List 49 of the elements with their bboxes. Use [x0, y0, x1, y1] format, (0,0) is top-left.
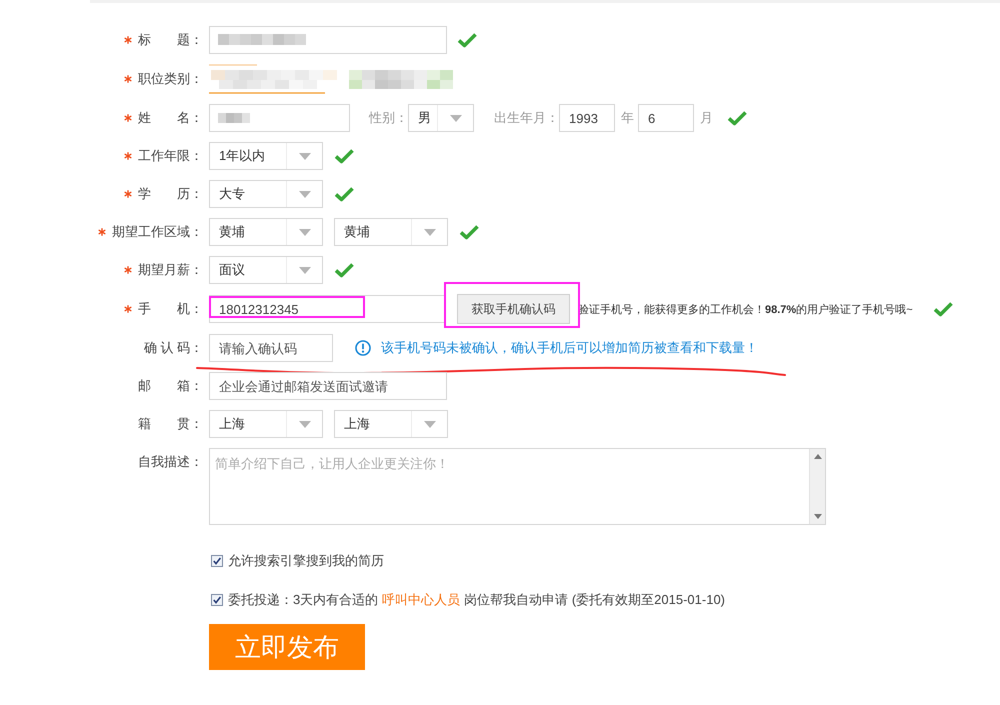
birth-date-label: 出生年月：: [494, 109, 559, 127]
title-field[interactable]: [209, 26, 447, 54]
scroll-up-arrow-icon[interactable]: [814, 454, 822, 459]
caret-down-icon: [298, 190, 310, 198]
field-label: 标 题：: [138, 31, 203, 49]
dropdown[interactable]: 上海: [209, 410, 323, 438]
dropdown[interactable]: 1年以内: [209, 142, 323, 170]
birth-year-field[interactable]: 1993: [559, 104, 615, 132]
field-label: 手 机：: [138, 300, 203, 318]
checkbox[interactable]: [211, 594, 223, 606]
caret-down-icon: [450, 114, 462, 122]
scrollbar[interactable]: [809, 449, 825, 524]
gender-label: 性别：: [369, 109, 408, 127]
dropdown[interactable]: 上海: [334, 410, 448, 438]
dropdown[interactable]: 大专: [209, 180, 323, 208]
field-label: 工作年限：: [138, 147, 203, 165]
year-unit: 年: [621, 109, 634, 127]
dropdown[interactable]: 面议: [209, 256, 323, 284]
field-label: 籍 贯：: [138, 415, 203, 433]
caret-down-icon: [298, 266, 310, 274]
caret-down-icon: [424, 420, 436, 428]
get-code-button[interactable]: 获取手机确认码: [457, 294, 570, 324]
field-label: 确 认 码：: [144, 339, 203, 357]
option-label: 委托投递：3天内有合适的 呼叫中心人员 岗位帮我自动申请 (委托有效期至2015-01-10): [228, 591, 726, 609]
field-label: 期望工作区域：: [112, 223, 203, 241]
email-field[interactable]: 企业会通过邮箱发送面试邀请: [209, 372, 447, 400]
caret-down-icon: [298, 152, 310, 160]
caret-down-icon: [298, 420, 310, 428]
field-label: 学 历：: [138, 185, 203, 203]
self-description-field[interactable]: 简单介绍下自己，让用人企业更关注你！: [209, 448, 826, 525]
caret-down-icon: [424, 228, 436, 236]
field-label: 自我描述：: [138, 453, 203, 471]
field-label: 邮 箱：: [138, 377, 203, 395]
code-field[interactable]: 请输入确认码: [209, 334, 333, 362]
unverified-phone-notice: 该手机号码未被确认，确认手机后可以增加简历被查看和下载量！: [381, 339, 758, 357]
checkbox[interactable]: [211, 555, 223, 567]
scroll-down-arrow-icon[interactable]: [814, 514, 822, 519]
field-label: 姓 名：: [138, 109, 203, 127]
month-unit: 月: [700, 109, 713, 127]
dropdown[interactable]: 黄埔: [334, 218, 448, 246]
name-field[interactable]: [209, 104, 350, 132]
caret-down-icon: [298, 228, 310, 236]
option-label: 允许搜索引擎搜到我的简历: [228, 552, 384, 570]
dropdown[interactable]: 黄埔: [209, 218, 323, 246]
birth-month-field[interactable]: 6: [638, 104, 694, 132]
field-label: 职位类别：: [138, 70, 203, 88]
field-label: 期望月薪：: [138, 261, 203, 279]
dropdown[interactable]: 男: [408, 104, 474, 132]
info-icon: [355, 340, 371, 356]
